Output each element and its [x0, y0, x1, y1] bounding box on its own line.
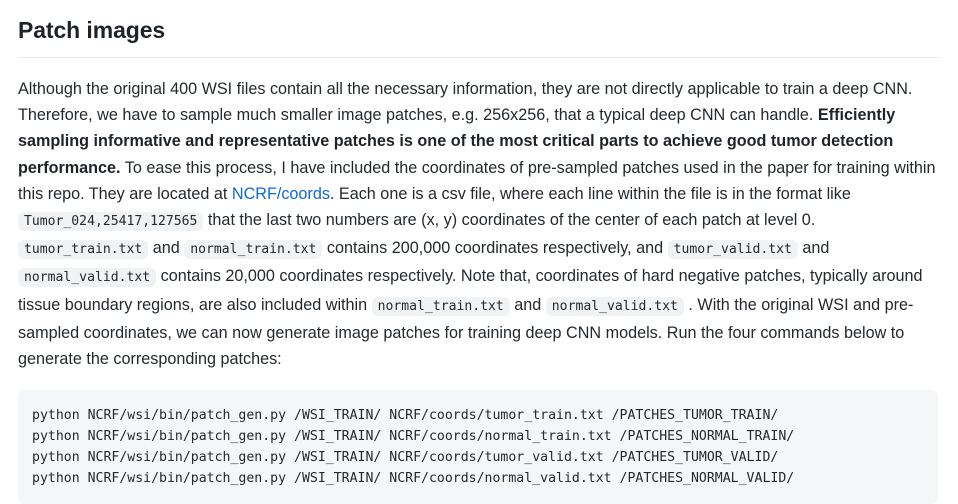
code-line: python NCRF/wsi/bin/patch_gen.py /WSI_TR… [32, 450, 779, 466]
paragraph-text-part-5: and [148, 239, 185, 258]
ncrf-coords-link[interactable]: NCRF/coords [232, 185, 330, 203]
paragraph-text-part-3: . Each one is a csv file, where each lin… [329, 184, 851, 203]
paragraph-text-part-7: and [797, 239, 830, 258]
inline-code-normal-train-2: normal_train.txt [371, 296, 510, 316]
body-paragraph: Although the original 400 WSI files cont… [18, 58, 940, 372]
code-line: python NCRF/wsi/bin/patch_gen.py /WSI_TR… [32, 429, 795, 445]
inline-code-tumor-valid: tumor_valid.txt [667, 240, 798, 260]
paragraph-text-part-1: Although the original 400 WSI files cont… [18, 79, 913, 125]
code-block: python NCRF/wsi/bin/patch_gen.py /WSI_TR… [18, 390, 938, 504]
paragraph-text-part-6: contains 200,000 coordinates respectivel… [322, 239, 668, 258]
paragraph-text-part-9: and [509, 295, 546, 314]
code-line: python NCRF/wsi/bin/patch_gen.py /WSI_TR… [32, 471, 795, 487]
inline-code-tumor-train: tumor_train.txt [18, 240, 149, 260]
paragraph-text-part-4: that the last two numbers are (x, y) coo… [203, 210, 816, 229]
code-line: python NCRF/wsi/bin/patch_gen.py /WSI_TR… [32, 408, 779, 424]
inline-code-normal-valid-2: normal_valid.txt [545, 296, 684, 316]
inline-code-normal-valid: normal_valid.txt [18, 268, 157, 288]
inline-code-normal-train: normal_train.txt [184, 240, 323, 260]
page-title: Patch images [18, 17, 166, 43]
document-page: Patch images Although the original 400 W… [0, 0, 958, 504]
inline-code-coord-example: Tumor_024,25417,127565 [18, 211, 204, 231]
